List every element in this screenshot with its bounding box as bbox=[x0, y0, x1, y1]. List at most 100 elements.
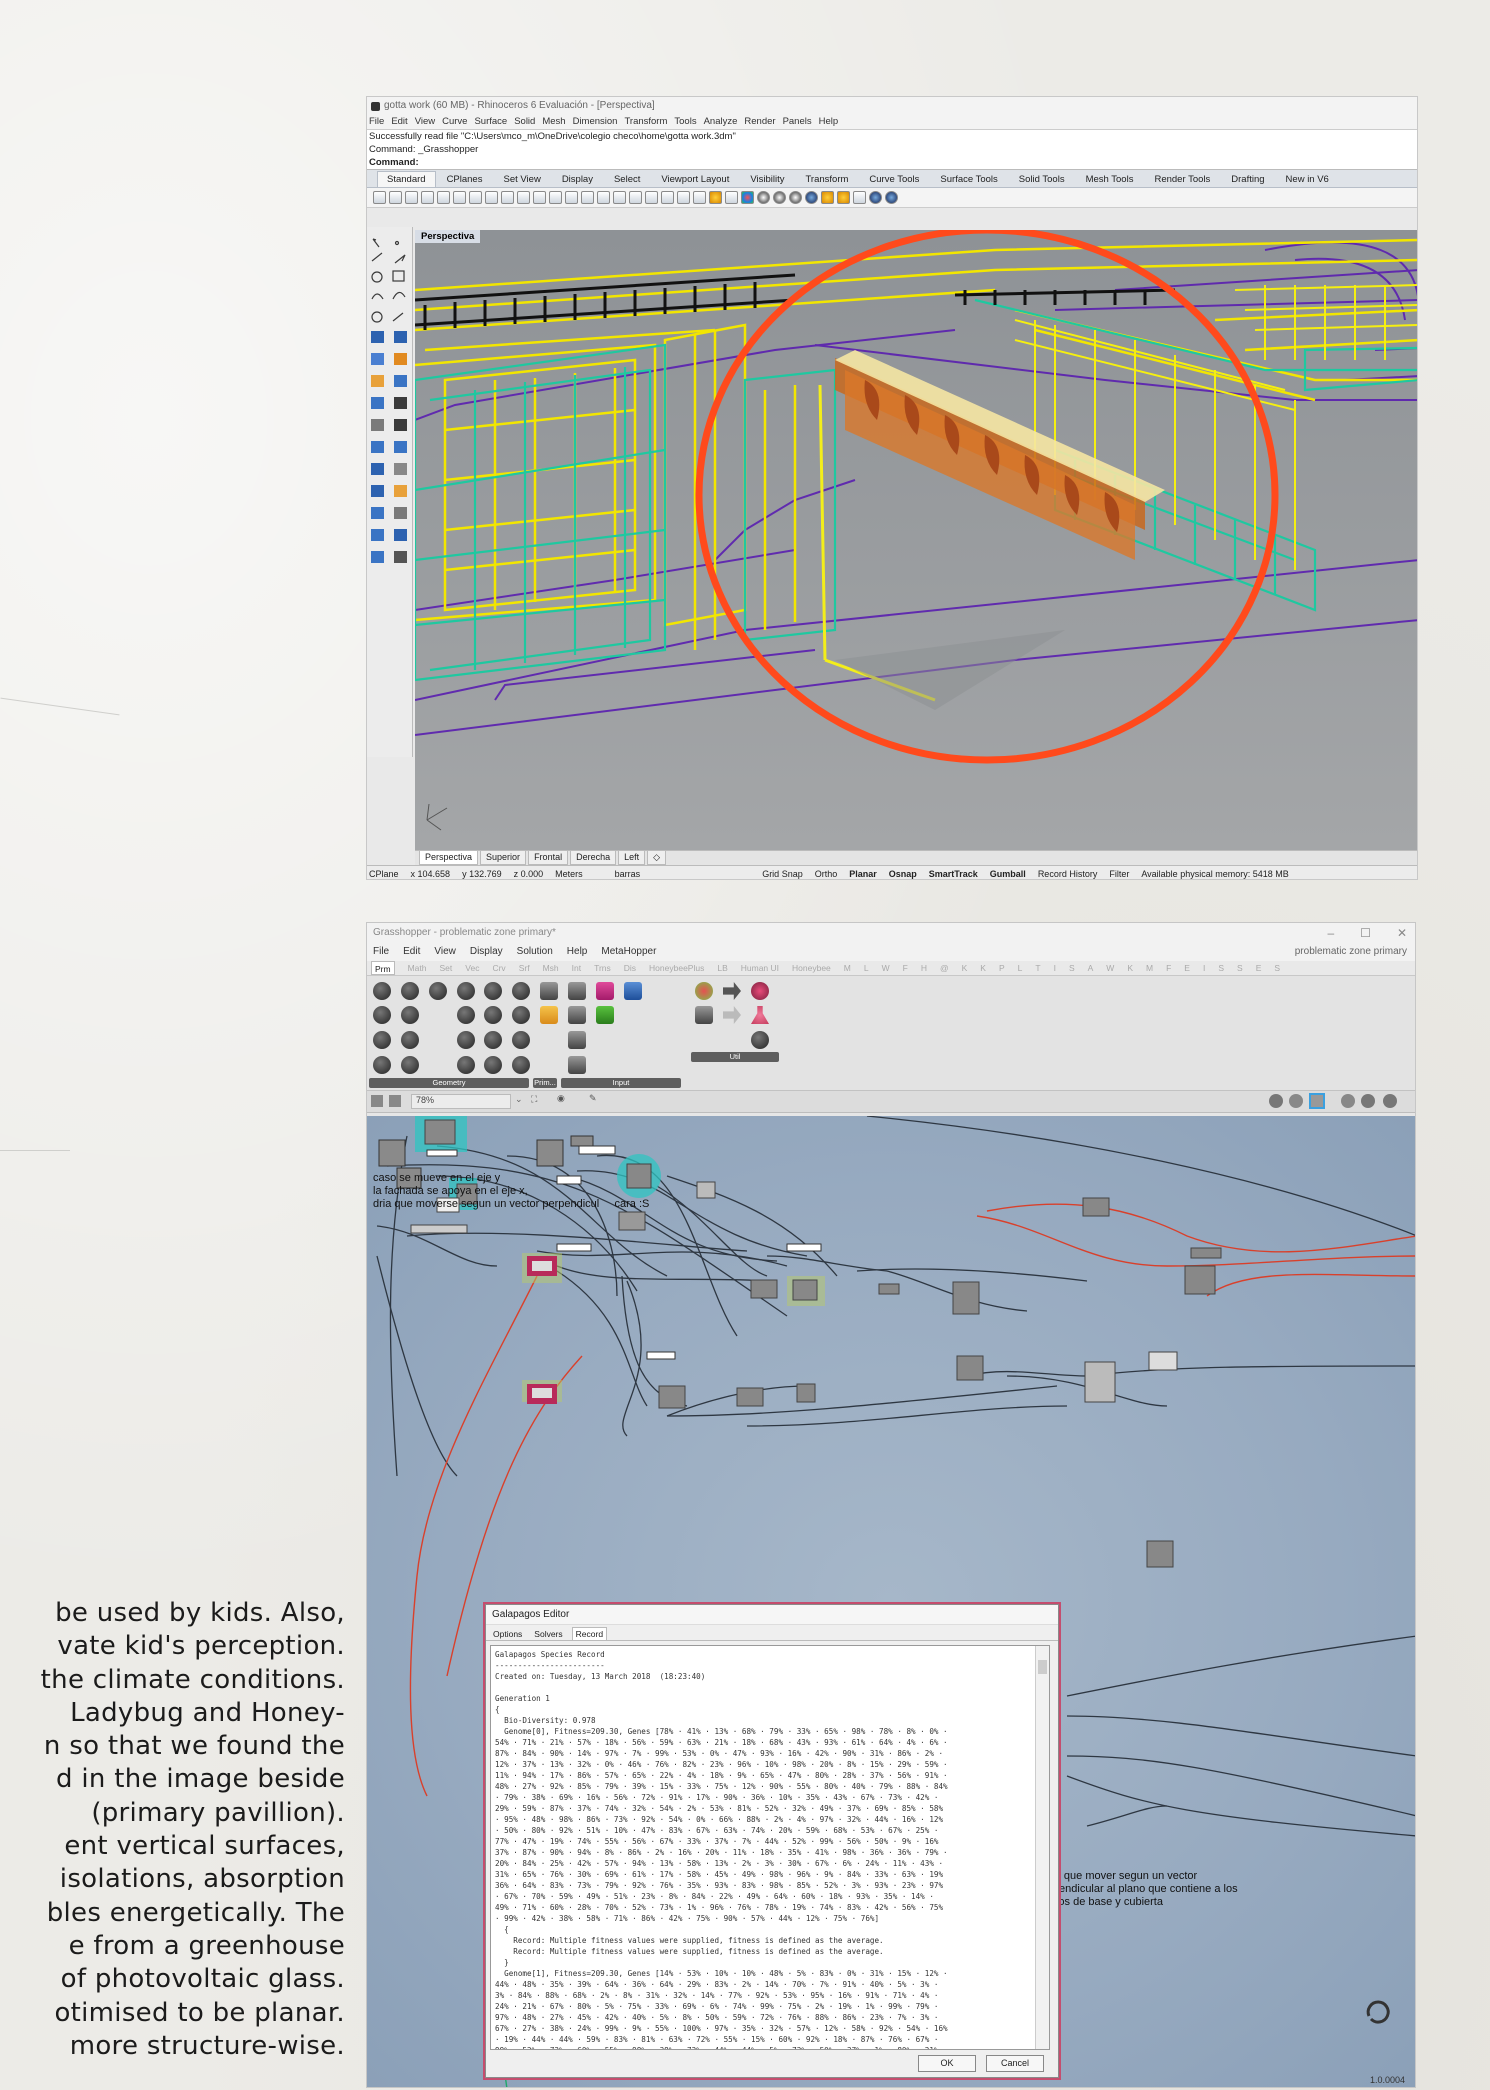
record-scrollbar[interactable] bbox=[1035, 1646, 1049, 2049]
rhino-menu-file[interactable]: File bbox=[369, 115, 384, 129]
color-wheel-icon[interactable] bbox=[741, 191, 754, 204]
tab-transform[interactable]: Transform bbox=[795, 171, 858, 187]
component-icon[interactable] bbox=[457, 982, 475, 1000]
tab-surface-tools[interactable]: Surface Tools bbox=[930, 171, 1007, 187]
gh-category-tab[interactable]: Srf bbox=[519, 961, 530, 975]
rotate-view-icon[interactable] bbox=[533, 191, 546, 204]
gh-category-tab[interactable]: Honeybee bbox=[792, 961, 831, 975]
component-icon[interactable] bbox=[401, 982, 419, 1000]
relay-arrow-icon[interactable] bbox=[723, 982, 741, 1000]
gh-category-tab[interactable]: Trns bbox=[594, 961, 611, 975]
maximize-icon[interactable]: ☐ bbox=[1360, 923, 1371, 943]
command-prompt[interactable]: Command: bbox=[369, 156, 1417, 169]
rhino-menu-analyze[interactable]: Analyze bbox=[704, 115, 738, 129]
gh-category-tab[interactable]: Vec bbox=[465, 961, 479, 975]
gh-document-name[interactable]: problematic zone primary bbox=[1295, 943, 1407, 961]
gh-category-tab[interactable]: I bbox=[1054, 961, 1056, 975]
import-icon[interactable] bbox=[437, 191, 450, 204]
component-icon[interactable] bbox=[401, 1031, 419, 1049]
gh-category-tab[interactable]: Crv bbox=[492, 961, 505, 975]
vp-tab-frontal[interactable]: Frontal bbox=[528, 851, 569, 865]
component-icon[interactable] bbox=[401, 1056, 419, 1074]
component-icon[interactable] bbox=[484, 1006, 502, 1024]
gh-category-tab[interactable]: Set bbox=[440, 961, 453, 975]
wireframe-preview-icon[interactable] bbox=[1289, 1094, 1303, 1108]
species-record-textbox[interactable]: Galapagos Species Record ----------------… bbox=[490, 1645, 1050, 2050]
tab-mesh-tools[interactable]: Mesh Tools bbox=[1076, 171, 1144, 187]
rendered-sphere-icon[interactable] bbox=[773, 191, 786, 204]
tab-display[interactable]: Display bbox=[552, 171, 603, 187]
toggle-smarttrack[interactable]: SmartTrack bbox=[929, 866, 978, 879]
gh-category-tab[interactable]: Int bbox=[572, 961, 581, 975]
component-icon[interactable] bbox=[512, 1056, 530, 1074]
component-icon[interactable] bbox=[457, 1006, 475, 1024]
toggle-record-history[interactable]: Record History bbox=[1038, 866, 1098, 879]
minimize-icon[interactable]: – bbox=[1327, 923, 1334, 943]
open-file-icon[interactable] bbox=[389, 191, 402, 204]
canvas-note-axis[interactable]: caso se mueve en el eje y la fachada se … bbox=[373, 1172, 649, 1211]
gh-category-tab[interactable]: F bbox=[1166, 961, 1171, 975]
rhino-menu-help[interactable]: Help bbox=[819, 115, 839, 129]
vp-tab-perspectiva[interactable]: Perspectiva bbox=[419, 851, 479, 865]
scrollbar-thumb[interactable] bbox=[1038, 1660, 1047, 1674]
eye-icon[interactable]: ◉ bbox=[557, 1093, 565, 1104]
gh-category-tab[interactable]: W bbox=[1106, 961, 1114, 975]
help-icon[interactable] bbox=[885, 191, 898, 204]
material-sphere-icon[interactable] bbox=[789, 191, 802, 204]
component-icon[interactable] bbox=[512, 982, 530, 1000]
vp-tab-derecha[interactable]: Derecha bbox=[570, 851, 617, 865]
lock-icon[interactable] bbox=[693, 191, 706, 204]
gh-category-tab[interactable]: Math bbox=[408, 961, 427, 975]
gh-category-tab[interactable]: Msh bbox=[543, 961, 559, 975]
toggle-planar[interactable]: Planar bbox=[849, 866, 877, 879]
gh-category-tab[interactable]: Prm bbox=[371, 961, 395, 975]
gh-menu-edit[interactable]: Edit bbox=[403, 943, 420, 961]
cplane-icon[interactable] bbox=[629, 191, 642, 204]
zoom-icon[interactable] bbox=[549, 191, 562, 204]
tab-visibility[interactable]: Visibility bbox=[740, 171, 794, 187]
left-tool-icons[interactable] bbox=[367, 233, 413, 663]
gh-category-tab[interactable]: P bbox=[999, 961, 1005, 975]
value-list-icon[interactable] bbox=[568, 1006, 586, 1024]
tab-set-view[interactable]: Set View bbox=[493, 171, 550, 187]
toggle-gumball[interactable]: Gumball bbox=[990, 866, 1026, 879]
component-icon[interactable] bbox=[751, 1031, 769, 1049]
tab-standard[interactable]: Standard bbox=[377, 171, 436, 187]
component-icon[interactable] bbox=[373, 1031, 391, 1049]
rhino-menu-panels[interactable]: Panels bbox=[783, 115, 812, 129]
gh-category-tab[interactable]: F bbox=[903, 961, 908, 975]
gradient-icon[interactable] bbox=[596, 982, 614, 1000]
component-icon[interactable] bbox=[512, 1006, 530, 1024]
group-input[interactable]: Input bbox=[561, 1078, 681, 1088]
gh-category-tab[interactable]: W bbox=[882, 961, 890, 975]
rhino-menu-dimension[interactable]: Dimension bbox=[573, 115, 618, 129]
viewport-label[interactable]: Perspectiva bbox=[415, 230, 481, 243]
vp-tab-superior[interactable]: Superior bbox=[480, 851, 527, 865]
component-icon[interactable] bbox=[373, 1006, 391, 1024]
gh-category-tab[interactable]: E bbox=[1184, 961, 1190, 975]
new-file-icon[interactable] bbox=[373, 191, 386, 204]
rhino-menu-mesh[interactable]: Mesh bbox=[542, 115, 565, 129]
gh-menu-display[interactable]: Display bbox=[470, 943, 503, 961]
button-icon[interactable] bbox=[568, 1031, 586, 1049]
selected-only-icon[interactable] bbox=[1341, 1094, 1355, 1108]
relay-arrow-grey-icon[interactable] bbox=[723, 1006, 741, 1024]
toggle-ortho[interactable]: Ortho bbox=[815, 866, 838, 879]
gh-category-tab[interactable]: K bbox=[980, 961, 986, 975]
status-units[interactable]: Meters bbox=[555, 866, 583, 879]
gh-canvas[interactable]: caso se mueve en el eje y la fachada se … bbox=[367, 1116, 1415, 2087]
rhino-menu-tools[interactable]: Tools bbox=[674, 115, 696, 129]
gh-category-tab[interactable]: H bbox=[921, 961, 927, 975]
gh-category-tab[interactable]: E bbox=[1256, 961, 1262, 975]
options-gear-icon[interactable] bbox=[837, 191, 850, 204]
component-icon[interactable] bbox=[457, 1056, 475, 1074]
gh-category-tab[interactable]: Dis bbox=[624, 961, 636, 975]
tab-cplanes[interactable]: CPlanes bbox=[437, 171, 493, 187]
component-icon[interactable] bbox=[484, 982, 502, 1000]
grasshopper-globe-icon[interactable] bbox=[869, 191, 882, 204]
gh-menu-file[interactable]: File bbox=[373, 943, 389, 961]
gh-category-tab[interactable]: M bbox=[1146, 961, 1153, 975]
tab-curve-tools[interactable]: Curve Tools bbox=[859, 171, 929, 187]
toggle-filter[interactable]: Filter bbox=[1109, 866, 1129, 879]
print-icon[interactable] bbox=[421, 191, 434, 204]
